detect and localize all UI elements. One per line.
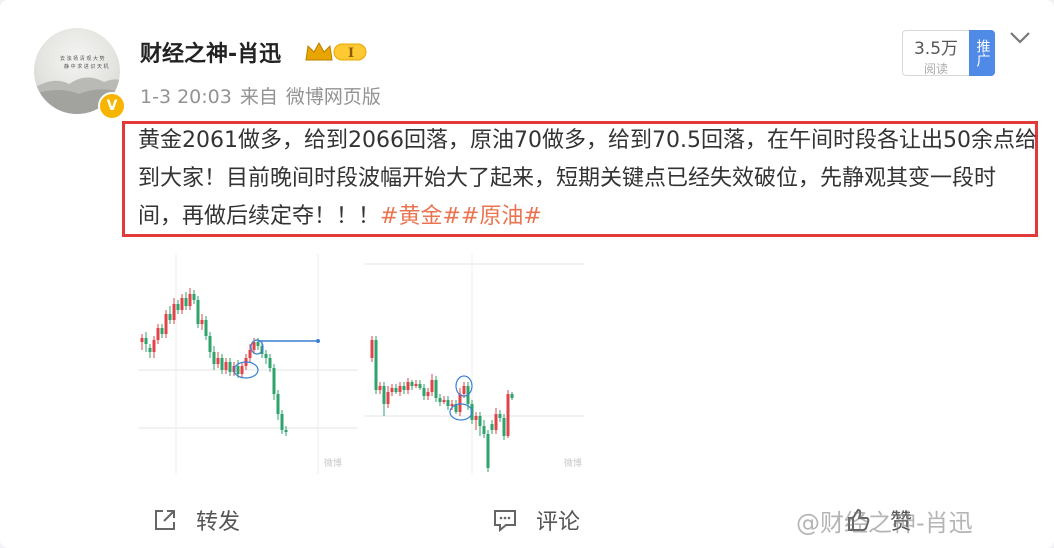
candle <box>236 366 240 374</box>
comment-icon <box>494 510 516 533</box>
candle <box>276 394 280 414</box>
promote-button[interactable]: 推广 <box>969 30 995 76</box>
candle <box>458 394 462 412</box>
candle <box>414 384 418 386</box>
chevron-down-icon[interactable] <box>1008 28 1032 48</box>
candle <box>406 382 410 390</box>
candle <box>430 380 434 392</box>
candle <box>378 386 382 390</box>
post-meta: 1-3 20:03 来自 微博网页版 <box>140 82 389 109</box>
candle <box>510 394 514 398</box>
candle <box>188 294 192 306</box>
candle <box>204 320 208 336</box>
post-source[interactable]: 微博网页版 <box>286 86 381 108</box>
crown-icon[interactable]: I <box>304 40 368 64</box>
candle <box>184 298 188 306</box>
source-prefix: 来自 <box>239 86 278 108</box>
candle <box>502 418 506 436</box>
username[interactable]: 财经之神-肖迅 <box>140 36 281 68</box>
candle <box>216 358 220 364</box>
candle <box>268 358 272 368</box>
candle <box>506 394 510 436</box>
candle <box>398 386 402 392</box>
hashtag-gold[interactable]: #黄金# <box>380 204 461 229</box>
candle <box>164 314 168 334</box>
candle <box>200 320 204 324</box>
candle <box>224 362 228 370</box>
candle <box>490 424 494 430</box>
candle <box>152 340 156 352</box>
candle <box>498 414 502 418</box>
level-badge: I <box>348 46 354 61</box>
candle <box>160 328 164 334</box>
candle <box>284 430 288 432</box>
verified-badge: V <box>98 92 126 120</box>
post-text: 黄金2061做多，给到2066回落，原油70做多，给到70.5回落，在午间时段各… <box>138 122 1038 236</box>
image-watermark: 微博 <box>324 457 342 469</box>
candle <box>196 300 200 324</box>
watermark-handle: @财经之神-肖迅 <box>796 509 973 537</box>
candle <box>422 388 426 396</box>
candle <box>256 342 260 346</box>
repost-label: 转发 <box>196 510 241 535</box>
share-out-icon <box>155 510 175 530</box>
candle <box>208 336 212 352</box>
candle <box>462 386 466 394</box>
candle <box>220 358 224 370</box>
candle <box>442 400 446 402</box>
weibo-post-card: 去 浊 扬 清 观 大 势 静 中 求 进 识 天 机 V 财经之神-肖迅 I … <box>0 0 1054 548</box>
svg-text:去 浊 扬 清 观 大 势: 去 浊 扬 清 观 大 势 <box>60 55 105 62</box>
comment-button[interactable]: 评论 <box>492 504 580 536</box>
candle <box>176 304 180 310</box>
candle <box>140 338 144 342</box>
candle <box>402 386 406 390</box>
candle <box>410 382 414 386</box>
candle <box>482 426 486 434</box>
candle <box>252 342 256 350</box>
candle <box>418 384 422 388</box>
candle <box>240 366 244 374</box>
candle <box>434 380 438 398</box>
candle <box>390 388 394 392</box>
candle <box>148 348 152 352</box>
candle <box>478 416 482 426</box>
candle <box>426 392 430 396</box>
candle <box>494 414 498 430</box>
post-time[interactable]: 1-3 20:03 <box>140 86 232 108</box>
candle <box>386 392 390 404</box>
candle <box>394 388 398 392</box>
candle <box>248 350 252 358</box>
candle <box>438 398 442 402</box>
candle <box>180 298 184 310</box>
candle <box>280 414 284 430</box>
candle <box>264 354 268 358</box>
svg-text:静 中 求 进 识 天 机: 静 中 求 进 识 天 机 <box>64 63 109 70</box>
candle <box>172 304 176 320</box>
repost-button[interactable]: 转发 <box>152 504 240 536</box>
candle <box>446 400 450 406</box>
candle <box>192 294 196 300</box>
candle <box>272 368 276 394</box>
comment-label: 评论 <box>536 510 581 535</box>
candle <box>144 338 148 344</box>
candle <box>370 340 374 358</box>
candle <box>228 362 232 372</box>
read-count: 3.5万 <box>913 39 959 59</box>
post-body: 黄金2061做多，给到2066回落，原油70做多，给到70.5回落，在午间时段各… <box>138 128 1037 229</box>
candle <box>382 386 386 404</box>
hashtag-oil[interactable]: #原油# <box>461 204 542 229</box>
candle <box>486 434 490 468</box>
candle <box>212 352 216 364</box>
image-watermark: 微博 <box>564 457 582 469</box>
chart-image-oil[interactable]: 微博 <box>364 254 584 474</box>
candle <box>450 404 454 406</box>
post-watermark: @财经之神-肖迅 <box>796 503 973 538</box>
candle <box>168 314 172 320</box>
read-label: 阅读 <box>923 62 948 76</box>
chart-image-gold[interactable]: 微博 <box>138 254 358 474</box>
candle <box>374 340 378 390</box>
candle <box>156 328 160 340</box>
candle <box>474 416 478 420</box>
read-count-box: 3.5万 阅读 <box>902 30 970 76</box>
